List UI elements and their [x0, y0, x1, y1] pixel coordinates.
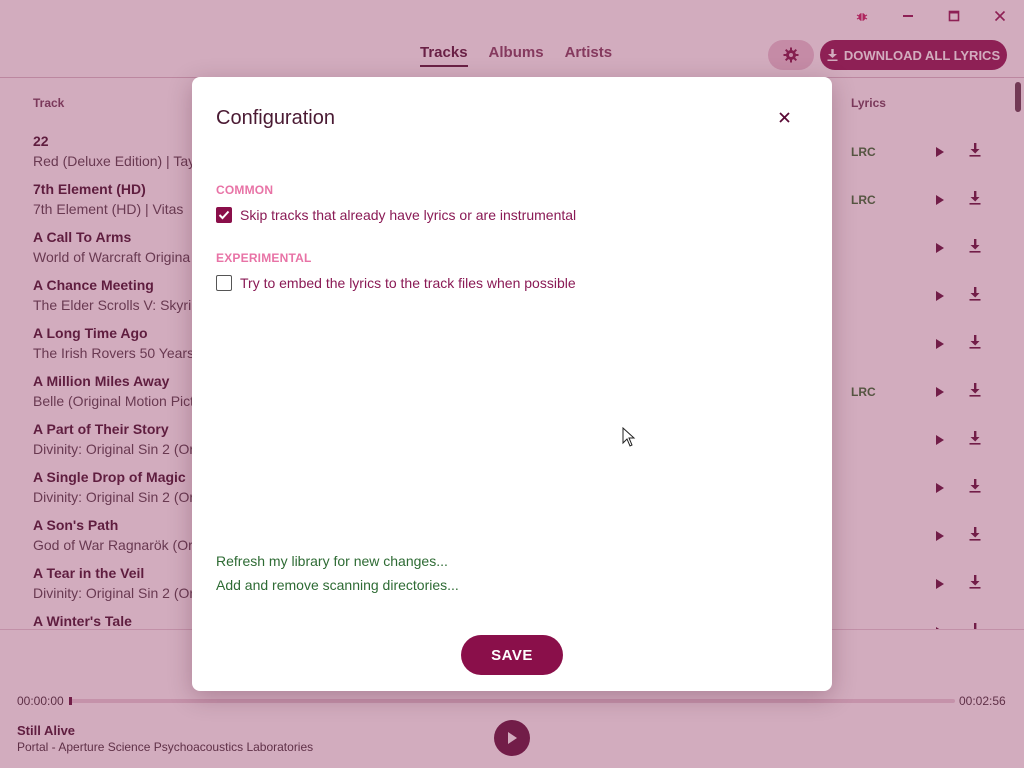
- checkmark-icon: [218, 210, 230, 220]
- skip-tracks-option[interactable]: Skip tracks that already have lyrics or …: [216, 207, 576, 223]
- embed-lyrics-checkbox[interactable]: [216, 275, 232, 291]
- mouse-cursor-icon: [622, 427, 636, 447]
- configuration-dialog: Configuration COMMON Skip tracks that al…: [192, 77, 832, 691]
- section-label-experimental: EXPERIMENTAL: [216, 251, 312, 265]
- refresh-library-link[interactable]: Refresh my library for new changes...: [216, 553, 448, 569]
- close-icon: [778, 111, 790, 123]
- embed-lyrics-option[interactable]: Try to embed the lyrics to the track fil…: [216, 275, 576, 291]
- embed-lyrics-label: Try to embed the lyrics to the track fil…: [240, 275, 576, 291]
- close-dialog-button[interactable]: [774, 107, 794, 127]
- scanning-directories-link[interactable]: Add and remove scanning directories...: [216, 577, 459, 593]
- save-button[interactable]: SAVE: [461, 635, 563, 675]
- dialog-title: Configuration: [216, 107, 335, 129]
- skip-tracks-label: Skip tracks that already have lyrics or …: [240, 207, 577, 223]
- skip-tracks-checkbox[interactable]: [216, 207, 232, 223]
- section-label-common: COMMON: [216, 183, 274, 197]
